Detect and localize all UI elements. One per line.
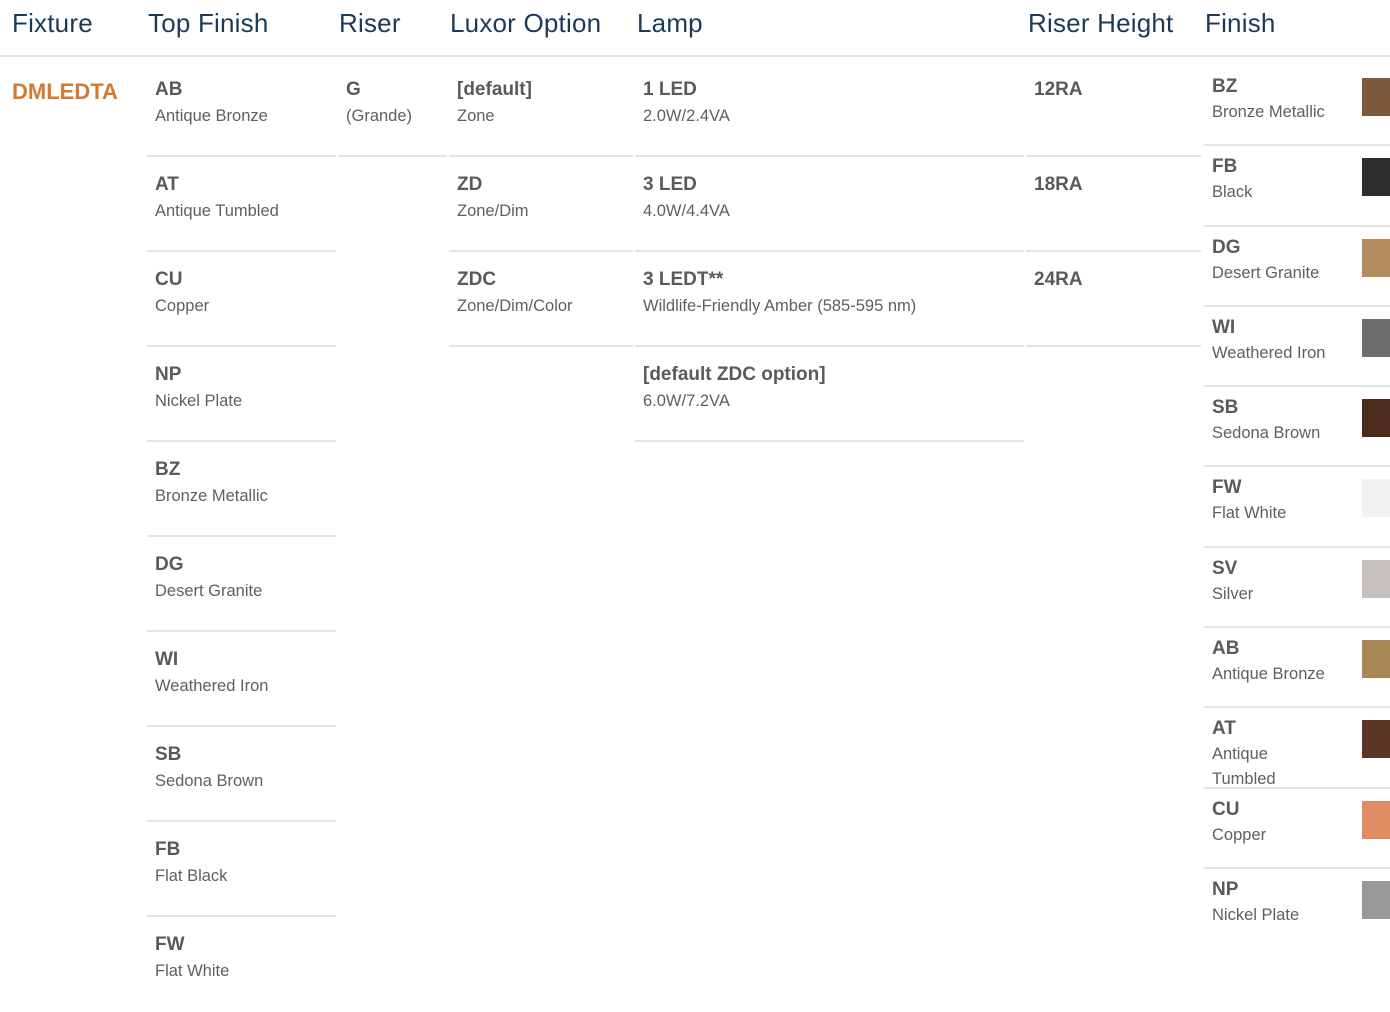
option-code: ZDC — [457, 269, 497, 290]
top-finish-option[interactable]: WI Weathered Iron — [147, 632, 336, 727]
luxor-option[interactable]: ZD Zone/Dim — [449, 157, 633, 252]
finish-option[interactable]: AB Antique Bronze — [1204, 628, 1390, 709]
finish-swatch — [1362, 399, 1390, 438]
top-finish-option[interactable]: FW Flat White — [147, 917, 336, 1012]
finish-swatch — [1362, 479, 1390, 518]
option-code: 18RA — [1034, 174, 1083, 195]
header-riser-height: Riser Height — [1028, 8, 1174, 38]
luxor-option[interactable]: [default] Zone — [449, 62, 633, 157]
top-finish-option[interactable]: CU Copper — [147, 252, 336, 347]
finish-swatch — [1362, 720, 1390, 759]
lamp-option[interactable]: 3 LED 4.0W/4.4VA — [635, 157, 1024, 252]
option-desc: Wildlife-Friendly Amber (585-595 nm) — [643, 297, 917, 315]
top-finish-column: AB Antique Bronze AT Antique Tumbled CU Cop… — [147, 62, 336, 1012]
option-code: CU — [155, 269, 183, 290]
header-luxor-option: Luxor Option — [450, 8, 602, 38]
option-code: WI — [155, 649, 179, 670]
header-lamp: Lamp — [637, 8, 703, 38]
option-desc: Nickel Plate — [155, 392, 243, 410]
finish-option[interactable]: SV Silver — [1204, 548, 1390, 629]
header-divider — [0, 55, 1390, 57]
finish-swatch — [1362, 318, 1390, 357]
option-desc: Weathered Iron — [155, 677, 269, 695]
option-desc: Bronze Metallic — [155, 487, 268, 505]
riser-height-option[interactable]: 18RA — [1026, 157, 1201, 252]
option-desc: 6.0W/7.2VA — [643, 392, 730, 410]
option-code: G — [346, 79, 361, 100]
option-desc: Flat Black — [155, 867, 228, 885]
finish-option[interactable]: WI Weathered Iron — [1204, 307, 1390, 388]
option-desc: Antique Bronze — [155, 107, 268, 125]
option-code: 3 LEDT** — [643, 269, 724, 290]
header-finish: Finish — [1205, 8, 1276, 38]
finish-swatch — [1362, 880, 1390, 919]
option-code: 12RA — [1034, 79, 1083, 100]
finish-swatch — [1362, 559, 1390, 598]
option-code: [default] — [457, 79, 532, 100]
finish-option[interactable]: FB Black — [1204, 146, 1390, 227]
option-desc: Flat White — [155, 962, 230, 980]
finish-option[interactable]: BZ Bronze Metallic — [1204, 66, 1390, 147]
option-code: DG — [155, 554, 184, 575]
riser-height-option[interactable]: 12RA — [1026, 62, 1201, 157]
option-desc: Sedona Brown — [155, 772, 264, 790]
option-code: ZD — [457, 174, 483, 195]
finish-column: BZ Bronze Metallic FB Black DG Desert Grani… — [1204, 66, 1390, 949]
option-desc: (Grande) — [346, 107, 413, 125]
finish-option[interactable]: CU Copper — [1204, 789, 1390, 869]
option-code: 1 LED — [643, 79, 697, 100]
top-finish-option[interactable]: AT Antique Tumbled — [147, 157, 336, 252]
option-code: [default ZDC option] — [643, 364, 826, 385]
header-riser: Riser — [339, 8, 401, 38]
top-finish-option[interactable]: NP Nickel Plate — [147, 347, 336, 442]
option-code: FW — [155, 934, 185, 955]
header-top-finish: Top Finish — [148, 8, 269, 38]
option-code: 24RA — [1034, 269, 1083, 290]
option-desc: Antique Tumbled — [155, 202, 279, 220]
finish-option[interactable]: DG Desert Granite — [1204, 227, 1390, 307]
option-desc: 2.0W/2.4VA — [643, 107, 730, 125]
top-finish-option[interactable]: SB Sedona Brown — [147, 727, 336, 822]
header-fixture: Fixture — [12, 8, 93, 38]
option-desc: Desert Granite — [155, 582, 263, 600]
top-finish-option[interactable]: AB Antique Bronze — [147, 62, 336, 157]
finish-option[interactable]: SB Sedona Brown — [1204, 387, 1390, 468]
option-desc: Zone/Dim/Color — [457, 297, 573, 315]
riser-height-column: 12RA 18RA 24RA — [1026, 62, 1201, 347]
lamp-option[interactable]: 1 LED 2.0W/2.4VA — [635, 62, 1024, 157]
lamp-column: 1 LED 2.0W/2.4VA 3 LED 4.0W/4.4VA 3 LEDT**… — [635, 62, 1024, 442]
finish-swatch — [1362, 238, 1390, 277]
option-code: AT — [155, 174, 179, 195]
finish-swatch — [1362, 78, 1390, 116]
finish-option[interactable]: AT Antique Tumbled — [1204, 708, 1390, 789]
option-desc: Zone/Dim — [457, 202, 529, 220]
luxor-option[interactable]: ZDC Zone/Dim/Color — [449, 252, 633, 347]
option-desc: Antique Tumbled — [1212, 745, 1276, 789]
finish-option[interactable]: FW Flat White — [1204, 467, 1390, 548]
option-desc: 4.0W/4.4VA — [643, 202, 730, 220]
option-desc: Zone — [457, 107, 495, 125]
option-code: NP — [155, 364, 182, 385]
finish-swatch — [1362, 800, 1390, 839]
fixture-code: DMLEDTA — [12, 79, 118, 104]
finish-swatch — [1362, 158, 1390, 197]
riser-column: G (Grande) — [338, 62, 447, 157]
option-code: SB — [155, 744, 182, 765]
finish-swatch — [1362, 640, 1390, 679]
lamp-option[interactable]: [default ZDC option] 6.0W/7.2VA — [635, 347, 1024, 442]
finish-option[interactable]: NP Nickel Plate — [1204, 869, 1390, 949]
lamp-option[interactable]: 3 LEDT** Wildlife-Friendly Amber (585-595… — [635, 252, 1024, 347]
top-finish-option[interactable]: DG Desert Granite — [147, 537, 336, 632]
riser-option[interactable]: G (Grande) — [338, 62, 447, 157]
option-code: AB — [155, 79, 183, 100]
top-finish-option[interactable]: FB Flat Black — [147, 822, 336, 917]
top-finish-option[interactable]: BZ Bronze Metallic — [147, 442, 336, 537]
option-code: FB — [155, 839, 181, 860]
riser-height-option[interactable]: 24RA — [1026, 252, 1201, 347]
option-desc: Copper — [155, 297, 210, 315]
option-code: BZ — [155, 459, 181, 480]
luxor-option-column: [default] Zone ZD Zone/Dim ZDC Zone/Dim/Col… — [449, 62, 633, 347]
option-code: 3 LED — [643, 174, 697, 195]
